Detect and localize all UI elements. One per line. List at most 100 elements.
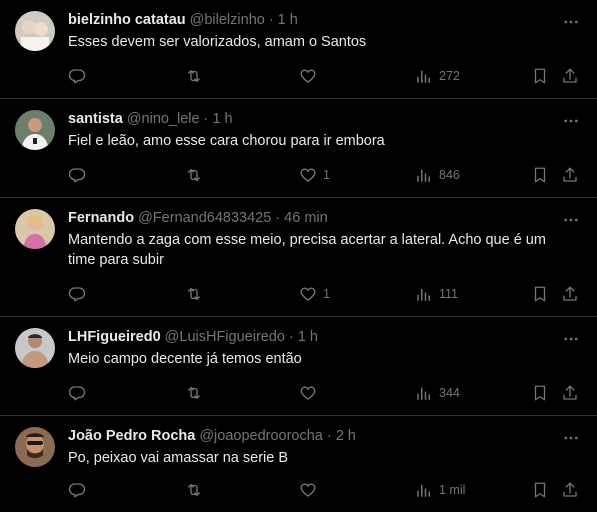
tweet-actions: 1 846 xyxy=(68,165,581,185)
retweet-icon xyxy=(185,67,203,85)
timestamp[interactable]: 1 h xyxy=(278,10,298,30)
heart-icon xyxy=(299,384,317,402)
timestamp[interactable]: 1 h xyxy=(212,109,232,129)
views-icon xyxy=(415,67,433,85)
tweet-text: Meio campo decente já temos então xyxy=(68,351,302,367)
avatar[interactable] xyxy=(15,11,55,51)
author-name[interactable]: santista xyxy=(68,109,123,129)
reply-button[interactable] xyxy=(68,480,86,500)
author-handle[interactable]: @LuisHFigueiredo xyxy=(165,327,285,347)
heart-icon xyxy=(299,67,317,85)
separator: · xyxy=(326,428,332,444)
avatar[interactable] xyxy=(15,328,55,368)
reply-icon xyxy=(68,166,86,184)
like-count: 1 xyxy=(323,287,330,301)
bookmark-button[interactable] xyxy=(531,383,549,403)
retweet-button[interactable] xyxy=(185,480,203,500)
like-button[interactable]: 1 xyxy=(299,165,330,185)
author-handle[interactable]: @joaopedroorocha xyxy=(199,426,323,446)
retweet-button[interactable] xyxy=(185,383,203,403)
views-button[interactable]: 272 xyxy=(415,66,460,86)
bookmark-button[interactable] xyxy=(531,480,549,500)
retweet-icon xyxy=(185,166,203,184)
views-button[interactable]: 846 xyxy=(415,165,460,185)
like-button[interactable]: 1 xyxy=(299,284,330,304)
share-button[interactable] xyxy=(561,66,579,86)
tweet-text: Mantendo a zaga com esse meio, precisa a… xyxy=(68,232,546,268)
author-handle[interactable]: @Fernand64833425 xyxy=(138,208,271,228)
like-button[interactable] xyxy=(299,383,323,403)
separator: · xyxy=(268,12,274,28)
share-button[interactable] xyxy=(561,480,579,500)
views-button[interactable]: 111 xyxy=(415,284,458,304)
more-icon[interactable] xyxy=(561,210,581,230)
bookmark-button[interactable] xyxy=(531,165,549,185)
author-name[interactable]: Fernando xyxy=(68,208,134,228)
bookmark-button[interactable] xyxy=(531,66,549,86)
reply-icon xyxy=(68,285,86,303)
view-count: 111 xyxy=(439,287,459,301)
tweet[interactable]: LHFigueired0 @LuisHFigueiredo · 1 h Meio… xyxy=(0,317,597,416)
views-icon xyxy=(415,285,433,303)
more-icon[interactable] xyxy=(561,428,581,448)
reply-button[interactable] xyxy=(68,284,86,304)
share-icon xyxy=(561,384,579,402)
separator: · xyxy=(203,111,209,127)
heart-icon xyxy=(299,481,317,499)
like-button[interactable] xyxy=(299,480,323,500)
tweet-text: Po, peixao vai amassar na serie B xyxy=(68,450,289,466)
author-name[interactable]: LHFigueired0 xyxy=(68,327,161,347)
timestamp[interactable]: 1 h xyxy=(298,327,318,347)
tweet[interactable]: João Pedro Rocha @joaopedroorocha · 2 h … xyxy=(0,416,597,512)
reply-button[interactable] xyxy=(68,383,86,403)
bookmark-button[interactable] xyxy=(531,284,549,304)
author-name[interactable]: João Pedro Rocha xyxy=(68,426,195,446)
more-icon[interactable] xyxy=(561,329,581,349)
tweet[interactable]: bielzinho catatau @bilelzinho · 1 h Esse… xyxy=(0,0,597,99)
tweet[interactable]: santista @nino_lele · 1 h Fiel e leão, a… xyxy=(0,99,597,198)
like-button[interactable] xyxy=(299,66,323,86)
author-handle[interactable]: @bilelzinho xyxy=(190,10,265,30)
separator: · xyxy=(288,329,294,345)
reply-button[interactable] xyxy=(68,66,86,86)
more-icon[interactable] xyxy=(561,111,581,131)
retweet-button[interactable] xyxy=(185,66,203,86)
views-icon xyxy=(415,481,433,499)
views-button[interactable]: 1 mil xyxy=(415,480,465,500)
retweet-icon xyxy=(185,481,203,499)
tweet-actions: 1 111 xyxy=(68,284,581,304)
share-button[interactable] xyxy=(561,284,579,304)
tweet-actions: 1 mil xyxy=(68,480,581,500)
avatar[interactable] xyxy=(15,427,55,467)
tweet-header: LHFigueired0 @LuisHFigueiredo · 1 h xyxy=(68,327,581,347)
views-icon xyxy=(415,384,433,402)
heart-icon xyxy=(299,166,317,184)
timestamp[interactable]: 2 h xyxy=(336,426,356,446)
separator: · xyxy=(275,210,281,226)
reply-button[interactable] xyxy=(68,165,86,185)
views-button[interactable]: 344 xyxy=(415,383,460,403)
share-icon xyxy=(561,166,579,184)
author-handle[interactable]: @nino_lele xyxy=(127,109,200,129)
share-button[interactable] xyxy=(561,383,579,403)
retweet-icon xyxy=(185,285,203,303)
retweet-button[interactable] xyxy=(185,165,203,185)
heart-icon xyxy=(299,285,317,303)
share-button[interactable] xyxy=(561,165,579,185)
reply-icon xyxy=(68,481,86,499)
tweet-header: santista @nino_lele · 1 h xyxy=(68,109,581,129)
tweet[interactable]: Fernando @Fernand64833425 · 46 min Mante… xyxy=(0,198,597,317)
bookmark-icon xyxy=(531,166,549,184)
more-icon[interactable] xyxy=(561,12,581,32)
tweet-actions: 344 xyxy=(68,383,581,403)
view-count: 344 xyxy=(439,386,460,400)
like-count: 1 xyxy=(323,168,330,182)
author-name[interactable]: bielzinho catatau xyxy=(68,10,186,30)
avatar[interactable] xyxy=(15,209,55,249)
avatar[interactable] xyxy=(15,110,55,150)
tweet-text: Fiel e leão, amo esse cara chorou para i… xyxy=(68,133,385,149)
retweet-button[interactable] xyxy=(185,284,203,304)
bookmark-icon xyxy=(531,481,549,499)
timestamp[interactable]: 46 min xyxy=(284,208,328,228)
share-icon xyxy=(561,67,579,85)
